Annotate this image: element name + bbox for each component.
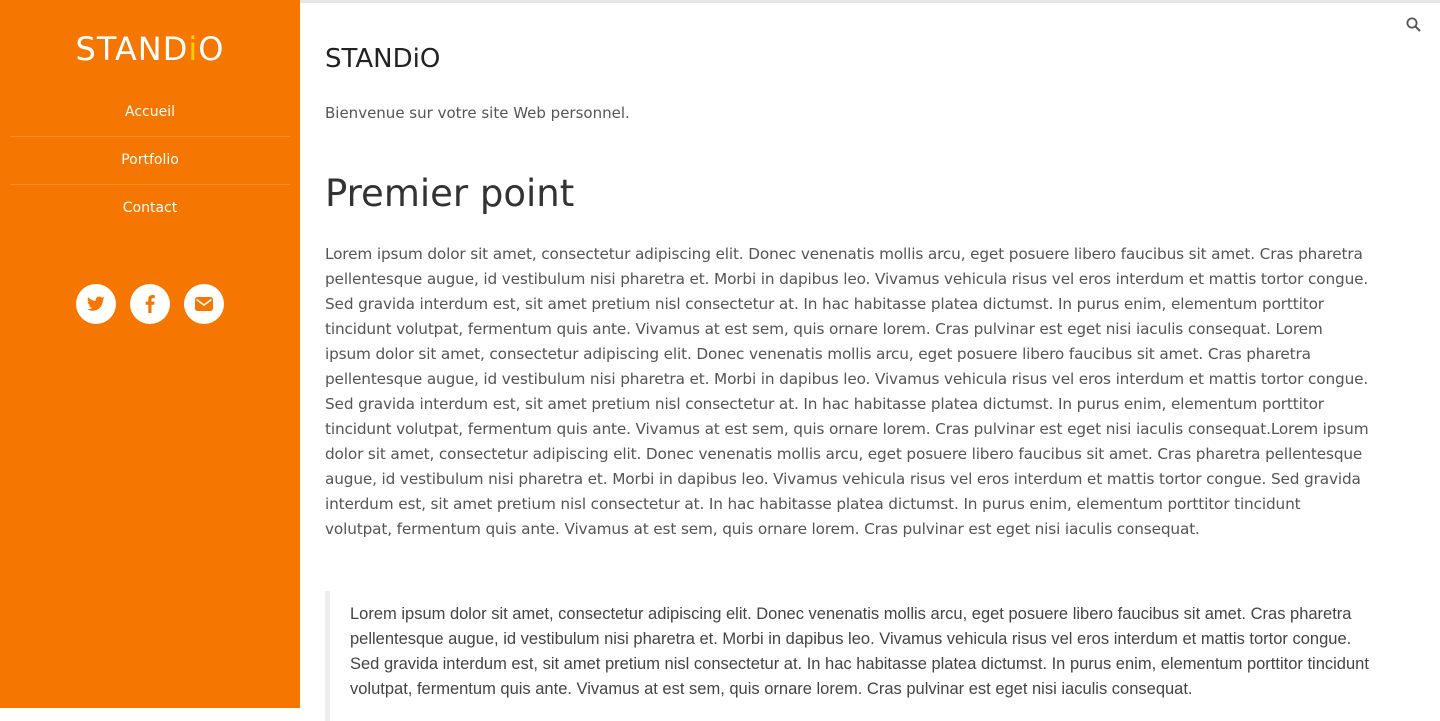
top-border: [300, 0, 1440, 3]
blockquote-text: Lorem ipsum dolor sit amet, consectetur …: [350, 605, 1369, 698]
site-title: STANDiO: [325, 44, 441, 74]
welcome-text: Bienvenue sur votre site Web personnel.: [325, 104, 630, 122]
nav-item-portfolio[interactable]: Portfolio: [10, 137, 290, 185]
facebook-button[interactable]: [130, 284, 170, 324]
sidebar: STANDiO Accueil Portfolio Contact: [0, 0, 300, 708]
logo-text-accent: i: [188, 30, 199, 68]
twitter-icon: [87, 296, 105, 311]
sidebar-nav: Accueil Portfolio Contact: [10, 89, 290, 232]
facebook-icon: [145, 295, 155, 313]
mail-button[interactable]: [184, 284, 224, 324]
site-logo[interactable]: STANDiO: [0, 30, 300, 68]
search-button[interactable]: [1405, 16, 1423, 34]
logo-text-main: STAND: [75, 30, 189, 68]
body-paragraph: Lorem ipsum dolor sit amet, consectetur …: [325, 245, 1369, 538]
search-icon: [1406, 17, 1421, 32]
section-heading: Premier point: [325, 172, 575, 215]
blockquote: Lorem ipsum dolor sit amet, consectetur …: [325, 591, 1370, 721]
twitter-button[interactable]: [76, 284, 116, 324]
nav-item-accueil[interactable]: Accueil: [10, 89, 290, 137]
mail-icon: [195, 297, 213, 311]
logo-text-end: O: [198, 30, 225, 68]
social-links: [0, 284, 300, 324]
nav-item-contact[interactable]: Contact: [10, 185, 290, 232]
